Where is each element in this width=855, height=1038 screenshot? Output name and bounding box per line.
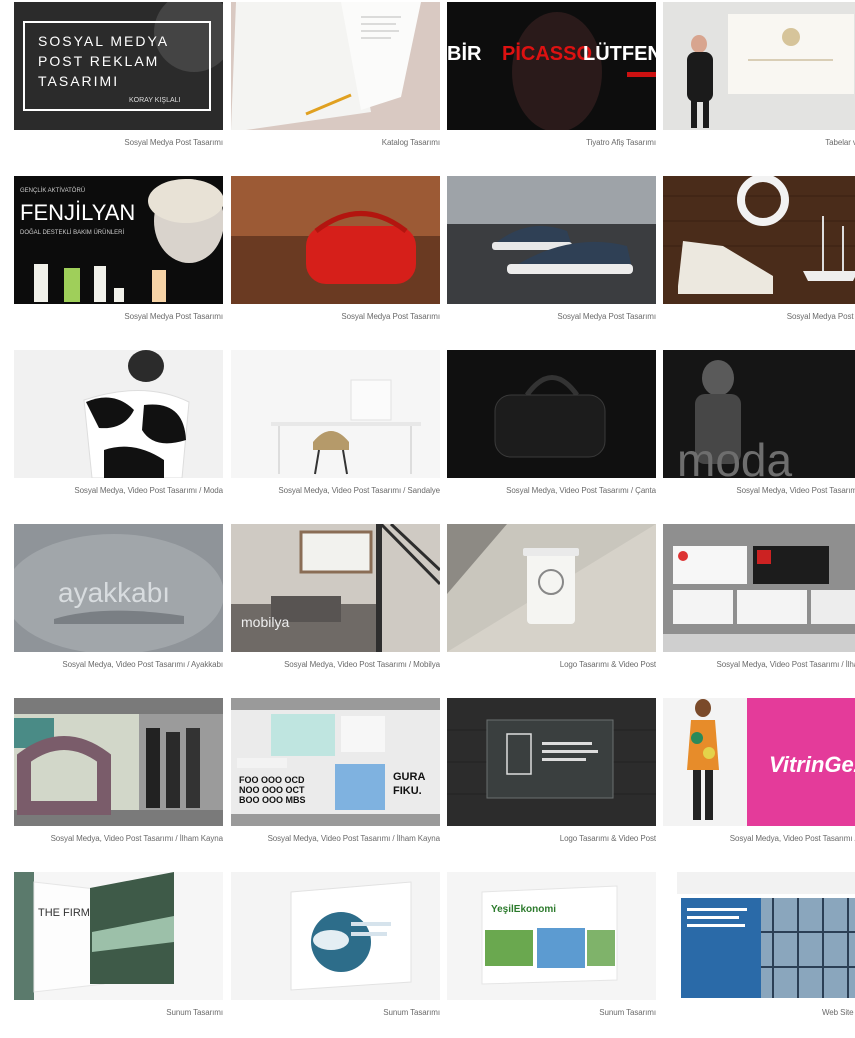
portfolio-item[interactable]: Web Site Tasa <box>663 872 855 1038</box>
portfolio-item[interactable]: moda Sosyal Medya, Video Post Tasarımı /… <box>663 350 855 516</box>
portfolio-item[interactable]: Sosyal Medya Post Tasarımı <box>231 176 440 342</box>
portfolio-caption[interactable]: Tiyatro Afiş Tasarımı <box>447 138 656 147</box>
portfolio-item[interactable]: VitrinGez Sosyal Medya, Video Post Tasar… <box>663 698 855 864</box>
overlay-tag: GENÇLİK AKTİVATÖRÜ <box>20 187 85 194</box>
portfolio-item[interactable]: Tabelar ve Lo <box>663 2 855 168</box>
portfolio-item[interactable]: Logo Tasarımı & Video Post <box>447 524 656 690</box>
portfolio-item[interactable]: GENÇLİK AKTİVATÖRÜ FENJİLYAN DOĞAL DESTE… <box>14 176 223 342</box>
portfolio-item[interactable]: Logo Tasarımı & Video Post <box>447 698 656 864</box>
portfolio-thumbnail[interactable] <box>231 872 440 1000</box>
portfolio-thumbnail[interactable]: VitrinGez <box>663 698 855 826</box>
overlay-word: moda <box>677 434 792 478</box>
portfolio-item[interactable]: SOSYAL MEDYA POST REKLAM TASARIMI KORAY … <box>14 2 223 168</box>
portfolio-caption[interactable]: Katalog Tasarımı <box>231 138 440 147</box>
portfolio-caption[interactable]: Sunum Tasarımı <box>447 1008 656 1017</box>
portfolio-caption[interactable]: Sosyal Medya Post Tasarımı <box>14 312 223 321</box>
portfolio-item[interactable]: Sunum Tasarımı <box>231 872 440 1038</box>
portfolio-item[interactable]: YeşilEkonomi Sunum Tasarımı <box>447 872 656 1038</box>
overlay-line2: POST REKLAM <box>38 53 159 69</box>
overlay-word: mobilya <box>241 614 289 630</box>
portfolio-item[interactable]: Sosyal Medya Post Tasarımı <box>447 176 656 342</box>
portfolio-thumbnail[interactable] <box>447 524 656 652</box>
portfolio-item[interactable]: Sosyal Medya, Video Post Tasarımı / İlha… <box>14 698 223 864</box>
overlay-sub: DOĞAL DESTEKLİ BAKIM ÜRÜNLERİ <box>20 229 124 236</box>
portfolio-caption[interactable]: Logo Tasarımı & Video Post <box>447 834 656 843</box>
portfolio-thumbnail[interactable] <box>14 350 223 478</box>
portfolio-caption[interactable]: Sosyal Medya, Video Post Tasarımı / İlha… <box>14 834 223 843</box>
portfolio-caption[interactable]: Sunum Tasarımı <box>14 1008 223 1017</box>
portfolio-item[interactable]: Sosyal Medya, Video Post Tasarımı / Moda <box>14 350 223 516</box>
overlay-t2: NOO OOO OCT <box>239 785 305 795</box>
portfolio-thumbnail[interactable] <box>663 872 855 1000</box>
portfolio-caption[interactable]: Sosyal Medya, Video Post Tasarımı / M <box>663 486 855 495</box>
portfolio-item[interactable]: mobilya Sosyal Medya, Video Post Tasarım… <box>231 524 440 690</box>
portfolio-caption[interactable]: Sosyal Medya Post Tasa <box>663 312 855 321</box>
overlay-t3: BOO OOO MBS <box>239 795 306 805</box>
portfolio-thumbnail[interactable] <box>231 2 440 130</box>
overlay-middle: PİCASSO <box>502 42 592 65</box>
portfolio-item[interactable]: Sosyal Medya Post Tasa <box>663 176 855 342</box>
portfolio-thumbnail[interactable] <box>14 698 223 826</box>
overlay-line3: TASARIMI <box>38 73 119 89</box>
portfolio-item[interactable]: THE FIRM Sunum Tasarımı <box>14 872 223 1038</box>
portfolio-thumbnail[interactable] <box>663 524 855 652</box>
overlay-t1: FOO OOO OCD <box>239 775 305 785</box>
overlay-brand: YeşilEkonomi <box>491 904 556 915</box>
portfolio-item[interactable]: Katalog Tasarımı <box>231 2 440 168</box>
portfolio-caption[interactable]: Sosyal Medya, Video Post Tasarımı / Mobi… <box>231 660 440 669</box>
overlay-brand: VitrinGez <box>769 752 855 777</box>
portfolio-thumbnail[interactable] <box>447 176 656 304</box>
portfolio-thumbnail[interactable] <box>663 176 855 304</box>
portfolio-thumbnail[interactable]: FOO OOO OCD NOO OOO OCT BOO OOO MBS GURA… <box>231 698 440 826</box>
overlay-title: THE FIRM <box>38 907 90 919</box>
overlay-t4: GURA <box>393 771 425 783</box>
portfolio-thumbnail[interactable]: ayakkabı <box>14 524 223 652</box>
portfolio-item[interactable]: Sosyal Medya, Video Post Tasarımı / Sand… <box>231 350 440 516</box>
portfolio-caption[interactable]: Web Site Tasa <box>663 1008 855 1017</box>
portfolio-caption[interactable]: Sosyal Medya, Video Post Tasarımı / Sand… <box>231 486 440 495</box>
portfolio-item[interactable]: BİR PİCASSO LÜTFEN Tiyatro Afiş Tasarımı <box>447 2 656 168</box>
portfolio-thumbnail[interactable]: SOSYAL MEDYA POST REKLAM TASARIMI KORAY … <box>14 2 223 130</box>
portfolio-caption[interactable]: Sosyal Medya, Video Post Tasarımı / Moda <box>14 486 223 495</box>
portfolio-grid: SOSYAL MEDYA POST REKLAM TASARIMI KORAY … <box>0 0 855 1022</box>
portfolio-caption[interactable]: Sosyal Medya, Video Post Tasarımı / İlha… <box>231 834 440 843</box>
portfolio-caption[interactable]: Sosyal Medya Post Tasarımı <box>14 138 223 147</box>
portfolio-item[interactable]: FOO OOO OCD NOO OOO OCT BOO OOO MBS GURA… <box>231 698 440 864</box>
overlay-t5: FIKU. <box>393 785 422 797</box>
overlay-right: LÜTFEN <box>583 42 656 65</box>
portfolio-caption[interactable]: Sosyal Medya, Video Post Tasarımı / İlha… <box>663 660 855 669</box>
portfolio-item[interactable]: ayakkabı Sosyal Medya, Video Post Tasarı… <box>14 524 223 690</box>
portfolio-caption[interactable]: Logo Tasarımı & Video Post <box>447 660 656 669</box>
overlay-left: BİR <box>447 42 482 65</box>
portfolio-thumbnail[interactable] <box>231 350 440 478</box>
portfolio-thumbnail[interactable] <box>663 2 855 130</box>
portfolio-caption[interactable]: Sosyal Medya Post Tasarımı <box>231 312 440 321</box>
portfolio-caption[interactable]: Sosyal Medya, Video Post Tasarımı / Ayak… <box>14 660 223 669</box>
portfolio-thumbnail[interactable] <box>447 350 656 478</box>
overlay-line1: SOSYAL MEDYA <box>38 33 169 49</box>
portfolio-item[interactable]: Sosyal Medya, Video Post Tasarımı / Çant… <box>447 350 656 516</box>
portfolio-thumbnail[interactable]: mobilya <box>231 524 440 652</box>
portfolio-caption[interactable]: Tabelar ve Lo <box>663 138 855 147</box>
portfolio-thumbnail[interactable]: YeşilEkonomi <box>447 872 656 1000</box>
overlay-author: KORAY KIŞLALI <box>129 97 181 104</box>
portfolio-thumbnail[interactable] <box>447 698 656 826</box>
portfolio-caption[interactable]: Sosyal Medya, Video Post Tasarımı / Çant… <box>447 486 656 495</box>
portfolio-caption[interactable]: Sosyal Medya, Video Post Tasarımı / Vitr… <box>663 834 855 843</box>
overlay-word: ayakkabı <box>58 577 170 608</box>
portfolio-caption[interactable]: Sosyal Medya Post Tasarımı <box>447 312 656 321</box>
overlay-title: FENJİLYAN <box>20 200 135 225</box>
portfolio-item[interactable]: Sosyal Medya, Video Post Tasarımı / İlha… <box>663 524 855 690</box>
portfolio-thumbnail[interactable]: THE FIRM <box>14 872 223 1000</box>
portfolio-thumbnail[interactable]: GENÇLİK AKTİVATÖRÜ FENJİLYAN DOĞAL DESTE… <box>14 176 223 304</box>
portfolio-thumbnail[interactable]: moda <box>663 350 855 478</box>
portfolio-thumbnail[interactable]: BİR PİCASSO LÜTFEN <box>447 2 656 130</box>
portfolio-thumbnail[interactable] <box>231 176 440 304</box>
portfolio-caption[interactable]: Sunum Tasarımı <box>231 1008 440 1017</box>
